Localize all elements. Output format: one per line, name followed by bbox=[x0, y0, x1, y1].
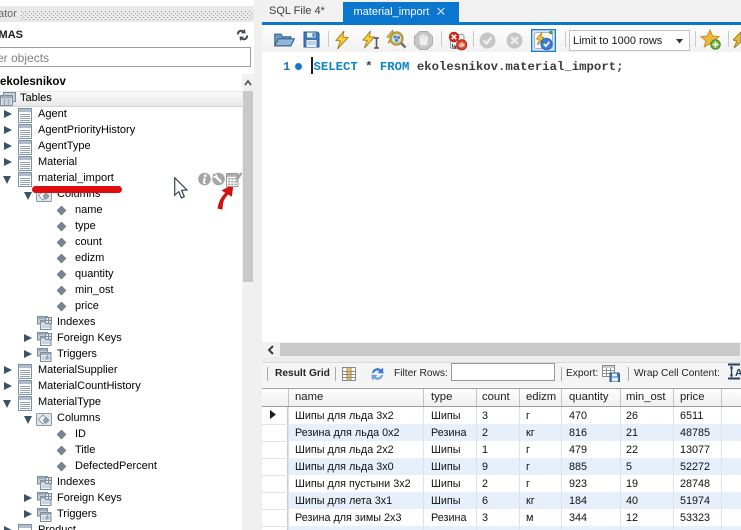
svg-text:A: A bbox=[735, 367, 741, 379]
